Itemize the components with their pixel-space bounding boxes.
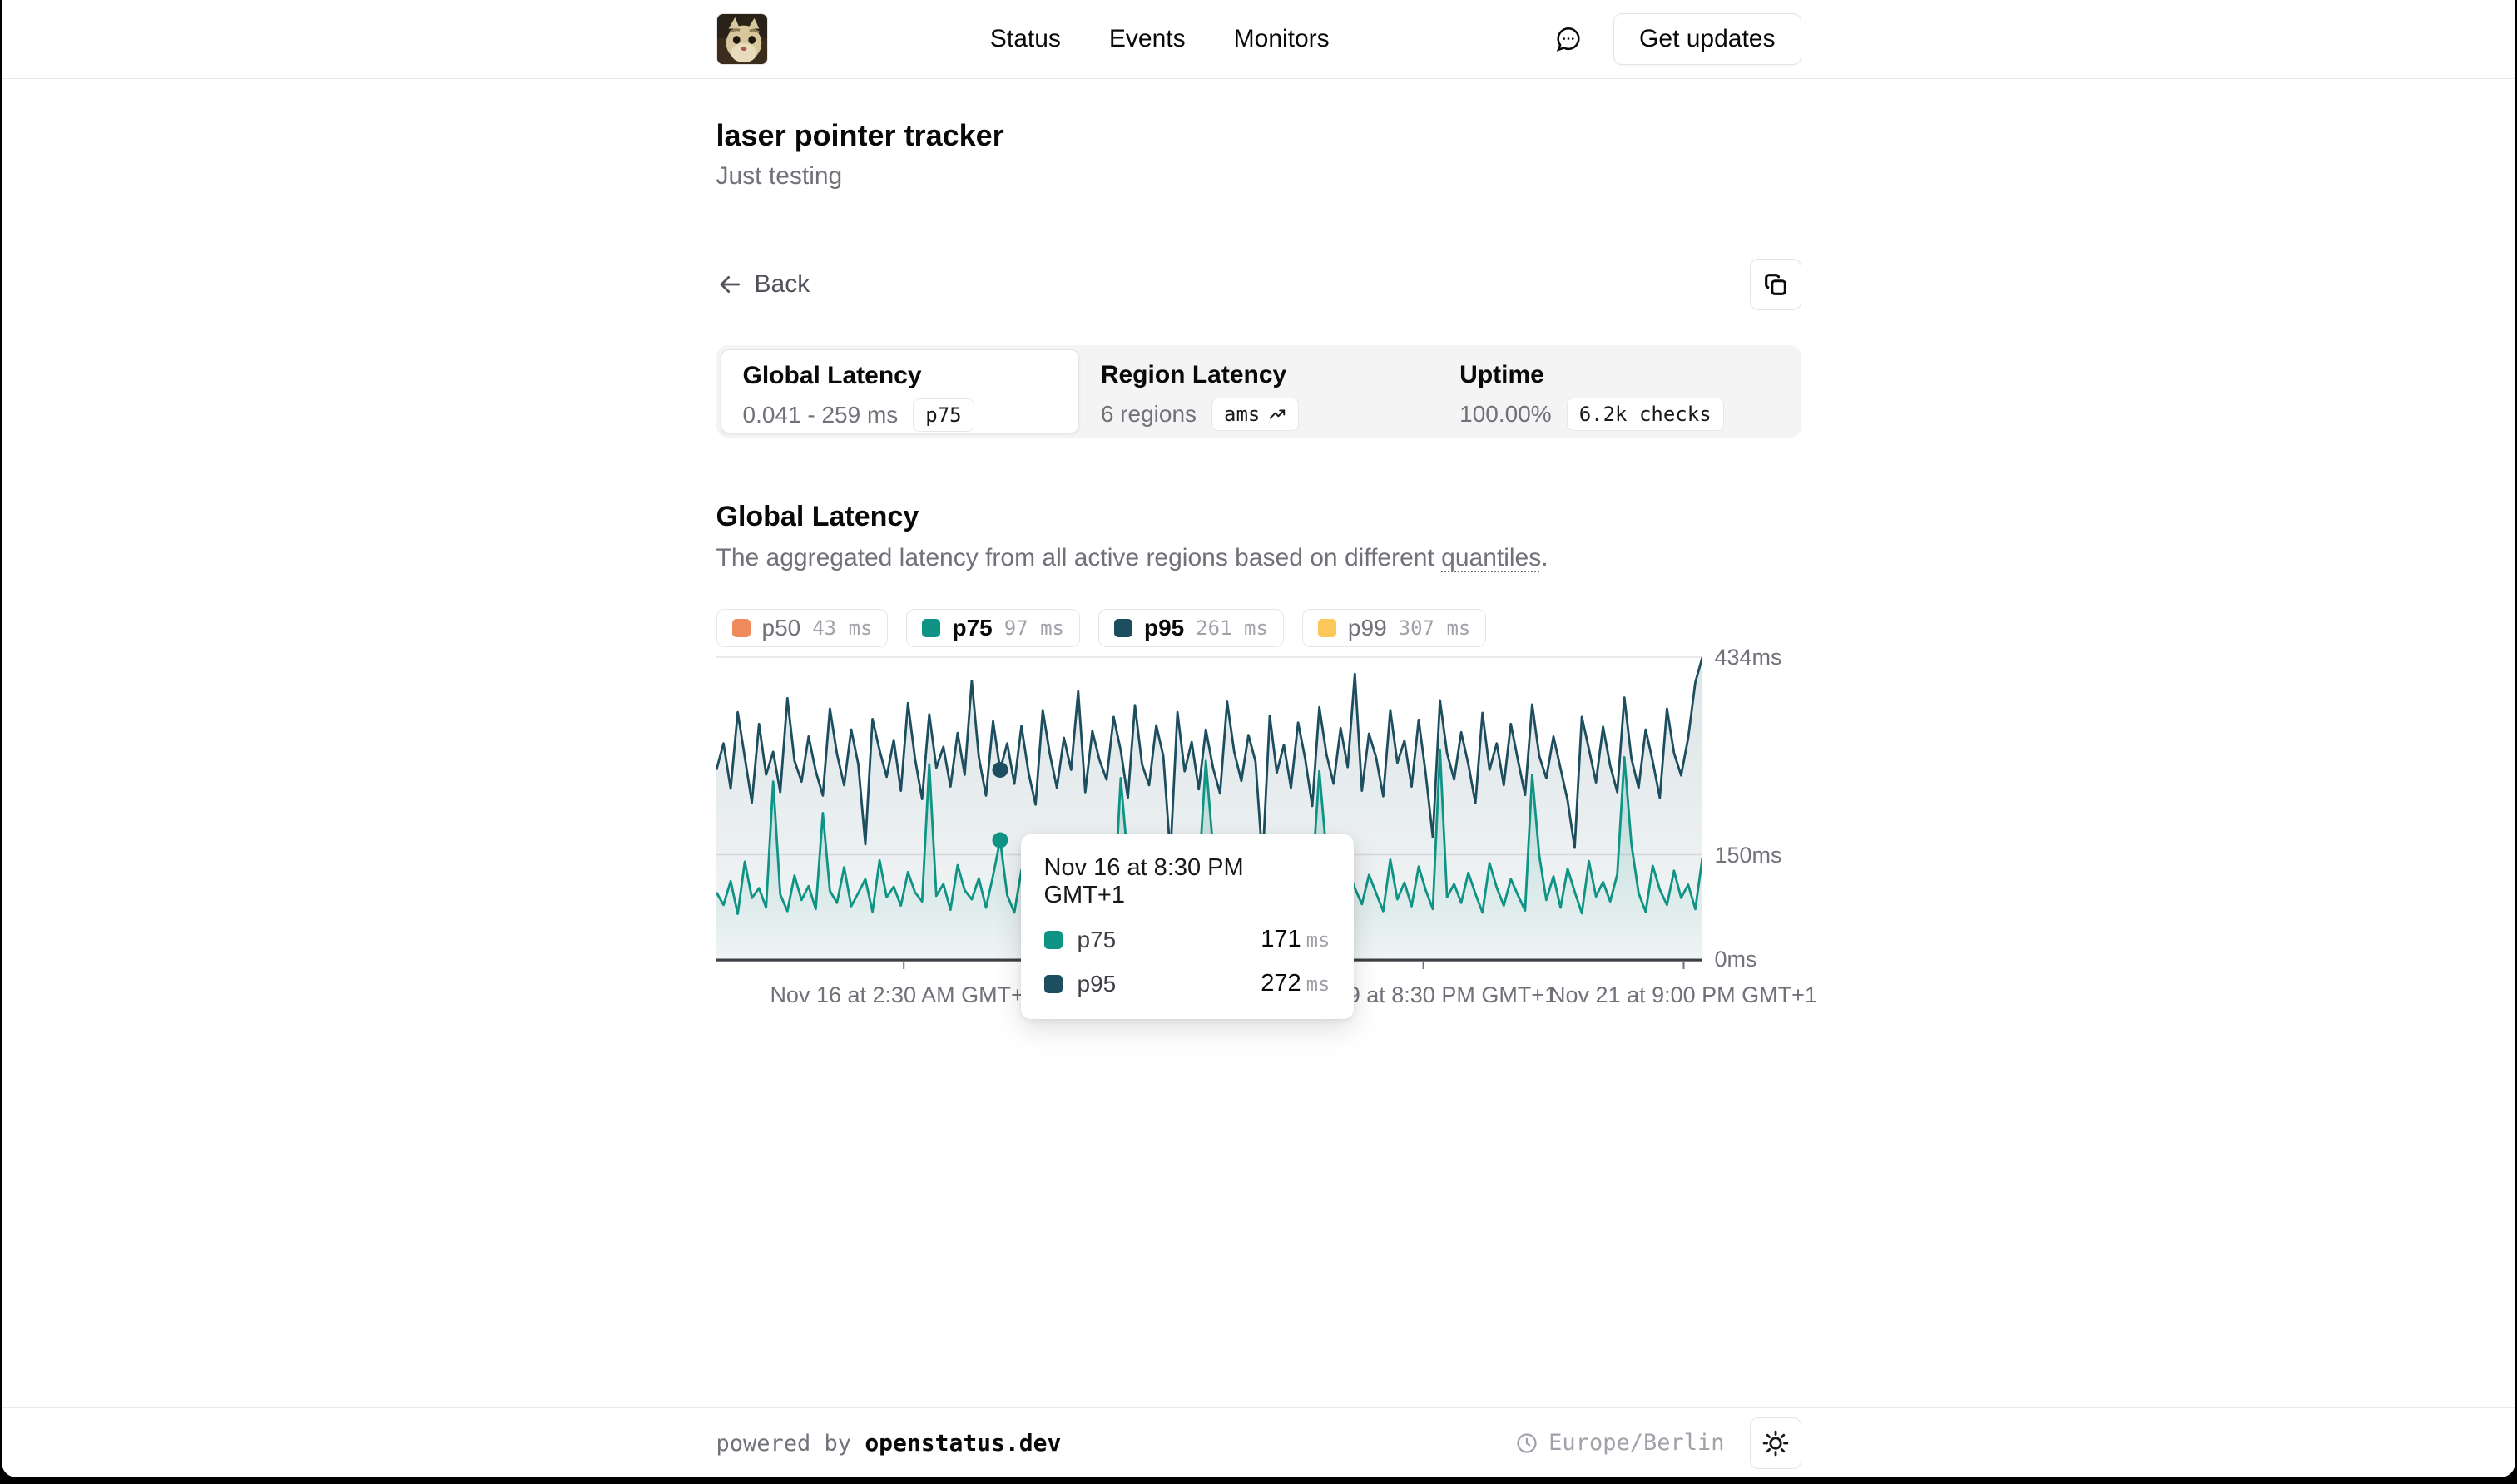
metric-tabbar: Global Latency 0.041 - 259 ms p75 Region… [716, 345, 1801, 438]
speech-bubble-icon [1553, 24, 1583, 54]
legend-p75[interactable]: p75 97 ms [906, 609, 1080, 647]
legend-p95[interactable]: p95 261 ms [1098, 609, 1284, 647]
tab-region-latency[interactable]: Region Latency 6 regions ams [1079, 349, 1438, 433]
main-content: laser pointer tracker Just testing Back [2, 79, 2515, 1407]
get-updates-button[interactable]: Get updates [1613, 13, 1801, 65]
x-axis-label: Nov 16 at 2:30 AM GMT+1 [770, 982, 1036, 1008]
theme-toggle-button[interactable] [1750, 1417, 1801, 1469]
openstatus-link[interactable]: openstatus.dev [865, 1429, 1061, 1457]
timezone-display: Europe/Berlin [1515, 1430, 1724, 1456]
p75-swatch [1044, 931, 1063, 949]
x-axis-label: Nov 21 at 9:00 PM GMT+1 [1549, 982, 1817, 1008]
legend-p99[interactable]: p99 307 ms [1302, 609, 1486, 647]
tooltip-row-p75: p75 171ms [1044, 926, 1330, 953]
copy-icon [1761, 270, 1790, 299]
sun-icon [1761, 1429, 1790, 1457]
nav-link-events[interactable]: Events [1109, 25, 1186, 53]
copy-link-button[interactable] [1750, 259, 1801, 310]
tab-title: Uptime [1459, 359, 1796, 391]
nav-link-monitors[interactable]: Monitors [1234, 25, 1330, 53]
site-footer: powered by openstatus.dev Europe/Berlin [2, 1407, 2515, 1477]
p50-swatch [732, 619, 751, 637]
y-axis-label-mid: 150ms [1715, 843, 1782, 868]
page-title: laser pointer tracker [716, 117, 1801, 154]
tooltip-row-p95: p95 272ms [1044, 970, 1330, 997]
back-label: Back [755, 270, 810, 299]
browser-page: Status Events Monitors Get updates l [2, 0, 2515, 1477]
tab-value: 100.00% [1459, 401, 1552, 428]
chart-tooltip: Nov 16 at 8:30 PM GMT+1 p75 171ms p95 27… [1021, 834, 1354, 1019]
tab-global-latency[interactable]: Global Latency 0.041 - 259 ms p75 [721, 349, 1079, 433]
checks-pill: 6.2k checks [1567, 398, 1724, 431]
feedback-chat-button[interactable] [1552, 22, 1585, 56]
legend-p50[interactable]: p50 43 ms [716, 609, 889, 647]
nav-link-status[interactable]: Status [990, 25, 1061, 53]
section-title: Global Latency [716, 499, 1801, 534]
section-description: The aggregated latency from all active r… [716, 542, 1801, 574]
main-nav: Status Events Monitors [990, 25, 1330, 53]
page-subtitle: Just testing [716, 161, 1801, 192]
powered-by: powered by openstatus.dev [716, 1429, 1062, 1457]
tab-title: Region Latency [1101, 359, 1438, 391]
back-link[interactable]: Back [716, 270, 810, 299]
clock-icon [1515, 1432, 1538, 1455]
tab-uptime[interactable]: Uptime 100.00% 6.2k checks [1438, 349, 1796, 433]
tab-value: 0.041 - 259 ms [743, 402, 899, 428]
quantiles-link[interactable]: quantiles [1441, 544, 1541, 571]
p75-swatch [922, 619, 940, 637]
quantile-pill: p75 [913, 398, 974, 432]
y-axis-label-zero: 0ms [1715, 947, 1757, 972]
arrow-left-icon [716, 271, 743, 298]
status-page-logo[interactable] [716, 13, 768, 65]
cat-logo-image [717, 14, 768, 65]
p95-swatch [1044, 975, 1063, 993]
trending-up-icon [1268, 405, 1286, 423]
chart-legend: p50 43 ms p75 97 ms p95 261 ms p99 307 m… [716, 609, 1801, 647]
p99-swatch [1318, 619, 1336, 637]
site-header: Status Events Monitors Get updates [2, 0, 2515, 79]
latency-chart[interactable]: 434ms 150ms 0ms Nov 16 at 8:30 PM GMT+1 … [716, 652, 1801, 1012]
y-axis-label-max: 434ms [1715, 645, 1782, 670]
p95-swatch [1114, 619, 1132, 637]
tab-title: Global Latency [743, 360, 1078, 392]
region-pill: ams [1211, 398, 1299, 431]
tab-value: 6 regions [1101, 401, 1197, 428]
tooltip-timestamp: Nov 16 at 8:30 PM GMT+1 [1044, 854, 1330, 909]
